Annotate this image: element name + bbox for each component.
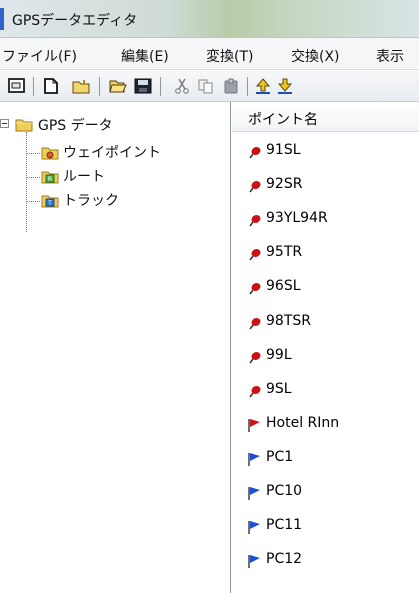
point-name: 91SL <box>266 142 301 158</box>
blue-flag-icon <box>248 452 260 466</box>
upload-icon[interactable] <box>254 78 272 94</box>
point-name: 9SL <box>266 380 292 397</box>
list-item[interactable]: 91SL <box>232 134 419 167</box>
download-icon[interactable] <box>276 78 294 94</box>
red-pin-icon <box>249 283 261 295</box>
list-item[interactable]: 92SR <box>232 168 419 201</box>
list-item[interactable]: PC10 <box>232 475 419 508</box>
tree-pane: GPS データ ウェイポイント R ルート T トラック <box>0 102 231 593</box>
list-item[interactable]: PC1 <box>232 441 419 474</box>
point-name: 99L <box>266 346 292 363</box>
list-item[interactable]: 93YL94R <box>232 202 419 235</box>
collapse-icon[interactable] <box>0 119 9 128</box>
cut-icon[interactable] <box>173 78 191 94</box>
track-folder-icon: T <box>41 195 59 208</box>
toolbar <box>0 70 419 102</box>
point-name: PC12 <box>266 551 303 568</box>
new-folder-icon[interactable] <box>72 78 90 94</box>
title-bar[interactable]: GPSデータエディタ <box>0 0 419 38</box>
red-pin-icon <box>249 181 261 193</box>
save-icon[interactable] <box>134 78 152 94</box>
menu-view[interactable]: 表示 <box>376 46 404 66</box>
svg-text:R: R <box>48 176 52 183</box>
menu-convert[interactable]: 変換(T) <box>206 46 253 66</box>
tree-root-gps-data[interactable]: GPS データ <box>38 115 113 135</box>
point-list: ポイント名 91SL 92SR 93YL94R 95TR 96SL 98TSR 99L 9SL… <box>232 102 419 593</box>
route-folder-icon: R <box>41 171 59 184</box>
window-title: GPSデータエディタ <box>12 13 138 29</box>
menu-bar: ファイル(F) 編集(E) 変換(T) 交換(X) 表示 <box>0 38 419 70</box>
tree-item-route[interactable]: ルート <box>63 166 105 186</box>
red-pin-icon <box>249 147 261 159</box>
list-item[interactable]: 96SL <box>232 270 419 303</box>
svg-text:T: T <box>47 200 52 207</box>
column-header-point-name[interactable]: ポイント名 <box>232 102 419 132</box>
list-item[interactable]: 95TR <box>232 236 419 269</box>
red-pin-icon <box>249 317 261 329</box>
blue-flag-icon <box>248 555 260 569</box>
point-name: 92SR <box>266 176 303 193</box>
column-header-label: ポイント名 <box>248 112 318 128</box>
list-item[interactable]: PC11 <box>232 509 419 542</box>
red-pin-icon <box>249 215 261 227</box>
tree-item-track[interactable]: トラック <box>63 190 119 210</box>
point-name: Hotel RInn <box>266 414 340 431</box>
point-name: 93YL94R <box>266 210 328 227</box>
open-folder-icon[interactable] <box>109 78 127 94</box>
paste-icon[interactable] <box>222 78 240 94</box>
list-item[interactable]: Hotel RInn <box>232 407 419 440</box>
tree-item-waypoint[interactable]: ウェイポイント <box>63 142 161 162</box>
waypoint-folder-icon <box>41 147 59 160</box>
list-item[interactable]: 9SL <box>232 373 419 406</box>
point-name: 96SL <box>266 278 301 295</box>
app-icon <box>0 8 4 30</box>
blue-flag-icon <box>248 521 260 535</box>
copy-icon[interactable] <box>197 78 215 94</box>
folder-icon <box>15 119 33 132</box>
point-name: 95TR <box>266 244 303 261</box>
point-name: PC11 <box>266 517 303 534</box>
red-pin-icon <box>249 385 261 398</box>
red-pin-icon <box>249 249 261 261</box>
list-item[interactable]: 99L <box>232 339 419 372</box>
point-name: 98TSR <box>266 312 311 329</box>
red-pin-icon <box>249 351 261 364</box>
list-item[interactable]: PC12 <box>232 543 419 576</box>
list-item[interactable]: 98TSR <box>232 305 419 338</box>
point-name: PC1 <box>266 448 294 465</box>
menu-edit[interactable]: 編集(E) <box>121 46 169 66</box>
red-flag-icon <box>248 418 260 432</box>
blue-flag-icon <box>248 487 260 500</box>
point-name: PC10 <box>266 483 303 499</box>
menu-file[interactable]: ファイル(F) <box>2 46 77 66</box>
properties-icon[interactable] <box>8 78 26 94</box>
menu-exchange[interactable]: 交換(X) <box>291 46 340 66</box>
new-file-icon[interactable] <box>42 78 60 94</box>
